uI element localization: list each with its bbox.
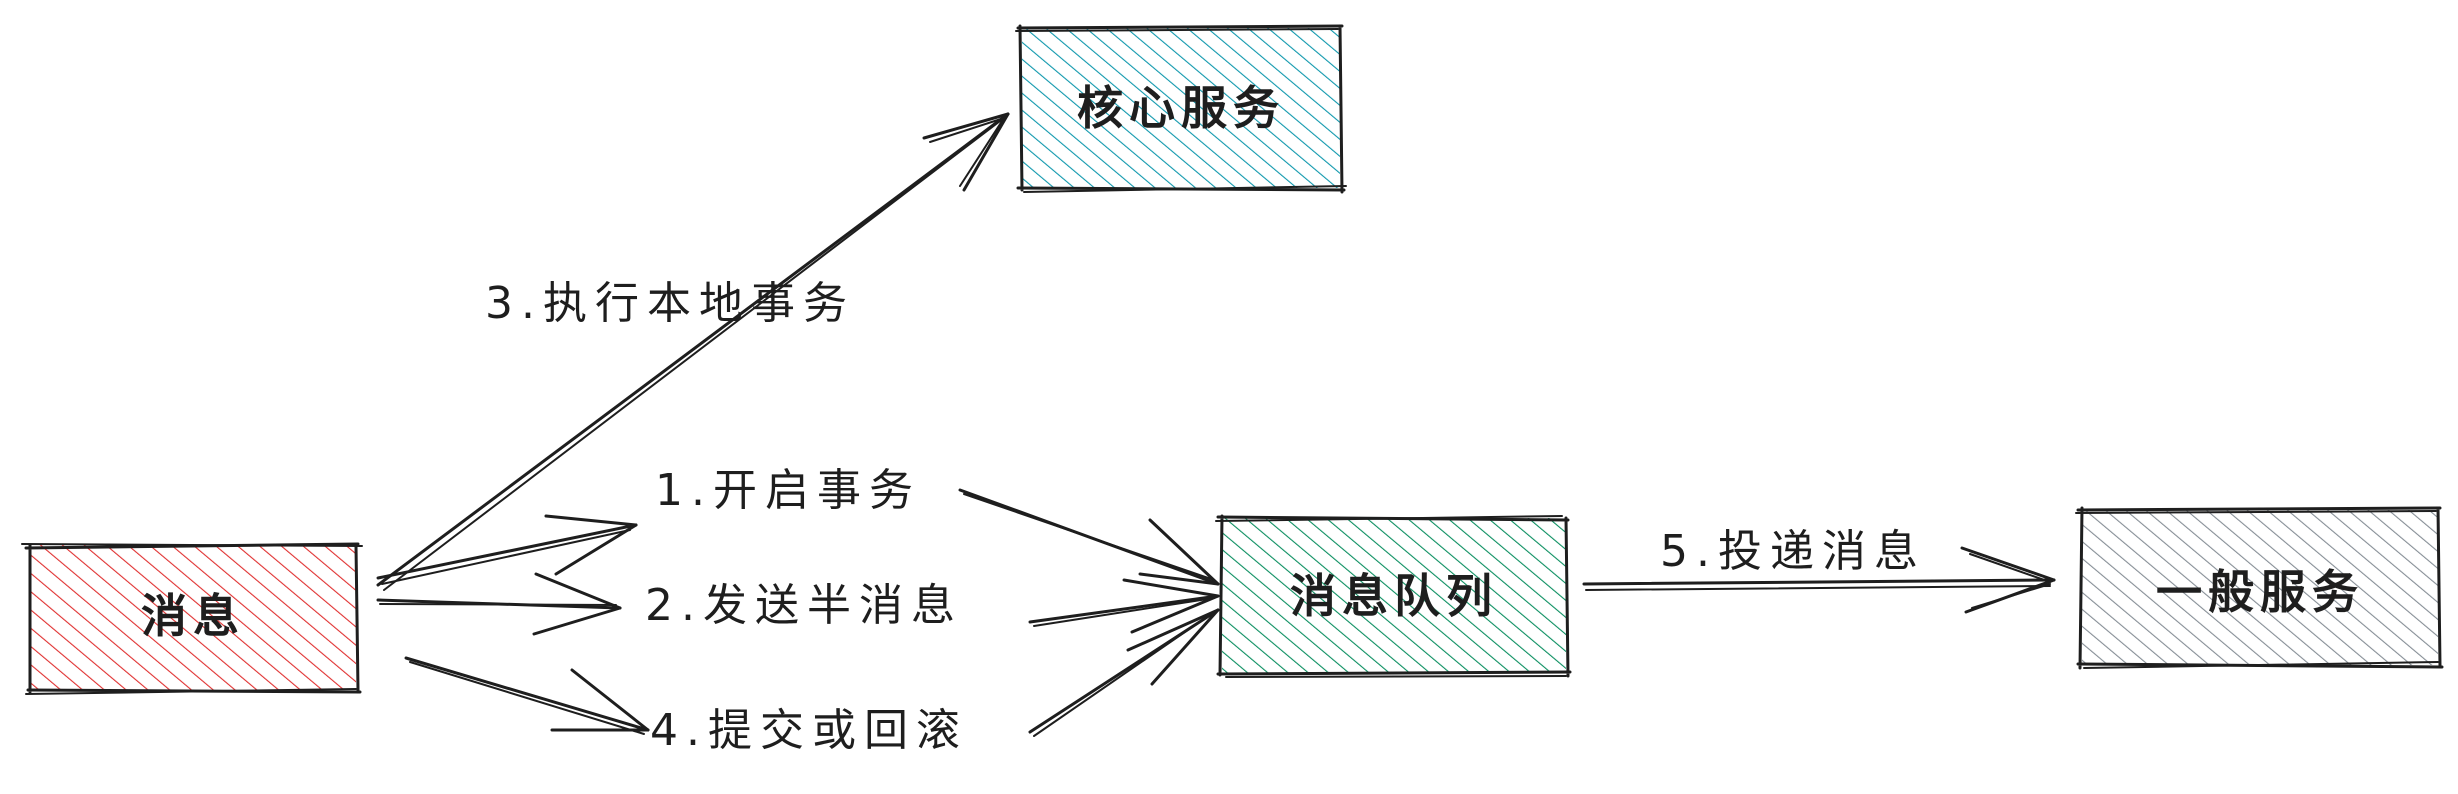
edge-label-deliver-message: 5.投递消息 — [1660, 526, 1926, 577]
edge-label-send-half-message: 2.发送半消息 — [645, 580, 963, 631]
core-service-node[interactable]: 核心服务 — [1015, 24, 1347, 194]
edge-label-execute-local-transaction: 3.执行本地事务 — [485, 278, 855, 329]
general-service-node[interactable]: 一般服务 — [2075, 506, 2444, 670]
message-queue-node[interactable]: 消息队列 — [1215, 514, 1572, 678]
edges-into-message-queue — [958, 488, 1220, 737]
edge-deliver-message: 5.投递消息 — [1582, 526, 2056, 614]
architecture-diagram: 消息 核心服务 消息队列 一般服务 3.执行本地事务 1.开启事务 2.发送半消… — [21, 24, 2444, 756]
core-service-node-label: 核心服务 — [1077, 81, 1285, 135]
message-node[interactable]: 消息 — [21, 542, 363, 695]
general-service-node-label: 一般服务 — [2156, 565, 2364, 619]
edge-label-begin-transaction: 1.开启事务 — [655, 465, 921, 516]
message-queue-node-label: 消息队列 — [1290, 569, 1498, 623]
edge-commit-or-rollback: 4.提交或回滚 — [404, 656, 968, 756]
edge-send-half-message: 2.发送半消息 — [376, 572, 963, 636]
edge-execute-local-transaction: 3.执行本地事务 — [376, 112, 1010, 591]
edge-label-commit-or-rollback: 4.提交或回滚 — [650, 705, 968, 756]
message-node-label: 消息 — [141, 589, 245, 643]
